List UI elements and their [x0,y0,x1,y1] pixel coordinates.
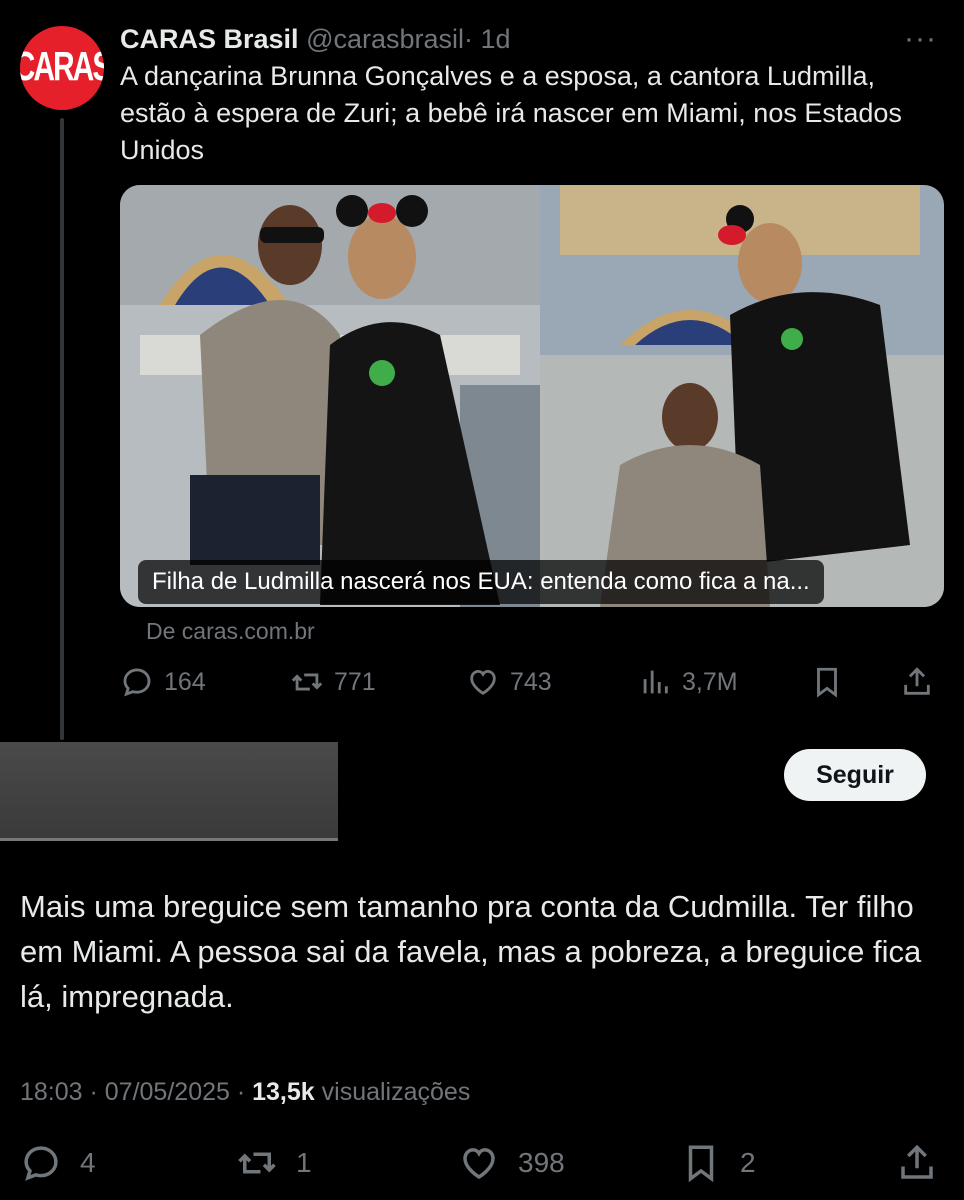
thread-connector-line [60,118,64,740]
reply-views-count: 13,5k [252,1078,315,1106]
tweet-time: · 1d [464,24,511,54]
author-name[interactable]: CARAS Brasil [120,24,299,54]
heart-icon [463,1148,495,1180]
repost-icon [291,673,323,691]
reply-timestamp[interactable]: 18:03 · 07/05/2025 · [20,1078,245,1106]
analytics-icon [643,670,668,694]
card-photo-collage [120,185,944,607]
repost-count: 771 [334,667,376,696]
tweet-text: A dançarina Brunna Gonçalves e a esposa,… [120,61,902,165]
quoted-tweet-actions: 164 771 743 3,7M [120,660,944,704]
repost-button[interactable]: 771 [290,660,376,704]
reply-button[interactable]: 164 [120,660,206,704]
avatar-logo-text: CARAS [20,45,104,90]
repost-icon [238,1152,276,1174]
tweet-header: CARAS Brasil @carasbrasil· 1d [120,22,511,56]
link-card-image[interactable] [120,185,944,607]
like-button[interactable]: 743 [466,660,552,704]
reply-repost-button[interactable]: 1 [236,1140,312,1186]
reply-share-button[interactable] [896,1140,956,1186]
like-count: 743 [510,667,552,696]
more-horizontal-icon[interactable]: ··· [904,22,937,56]
reply-reply-count: 4 [80,1147,96,1178]
author-handle[interactable]: @carasbrasil [306,24,464,54]
share-icon [901,1144,933,1179]
reply-like-button[interactable]: 398 [458,1140,565,1186]
caras-avatar[interactable]: CARAS [20,26,104,110]
reply-icon [123,668,151,697]
reply-meta: 18:03 · 07/05/2025 · 13,5k visualizações [20,1076,470,1108]
share-button[interactable] [900,660,944,704]
card-caption: Filha de Ludmilla nascerá nos EUA: enten… [138,560,824,604]
reply-text: Mais uma breguice sem tamanho pra conta … [20,889,922,1014]
follow-button[interactable]: Seguir [784,749,926,801]
reply-bookmark-count: 2 [740,1147,756,1178]
redacted-user-box [0,742,338,841]
bookmark-icon [688,1145,714,1183]
bookmark-icon [817,667,837,698]
reply-count: 164 [164,667,206,696]
views-count: 3,7M [682,667,738,696]
reply-icon [24,1146,58,1181]
reply-actions: 4 1 398 2 [20,1140,944,1186]
reply-repost-count: 1 [296,1147,312,1178]
card-source[interactable]: De caras.com.br [146,618,315,645]
heart-icon [470,669,496,695]
reply-like-count: 398 [518,1147,565,1178]
reply-reply-button[interactable]: 4 [20,1140,96,1186]
share-icon [904,667,930,695]
reply-views-label: visualizações [321,1078,471,1106]
views-button[interactable]: 3,7M [638,660,738,704]
bookmark-button[interactable] [810,660,854,704]
reply-bookmark-button[interactable]: 2 [680,1140,756,1186]
